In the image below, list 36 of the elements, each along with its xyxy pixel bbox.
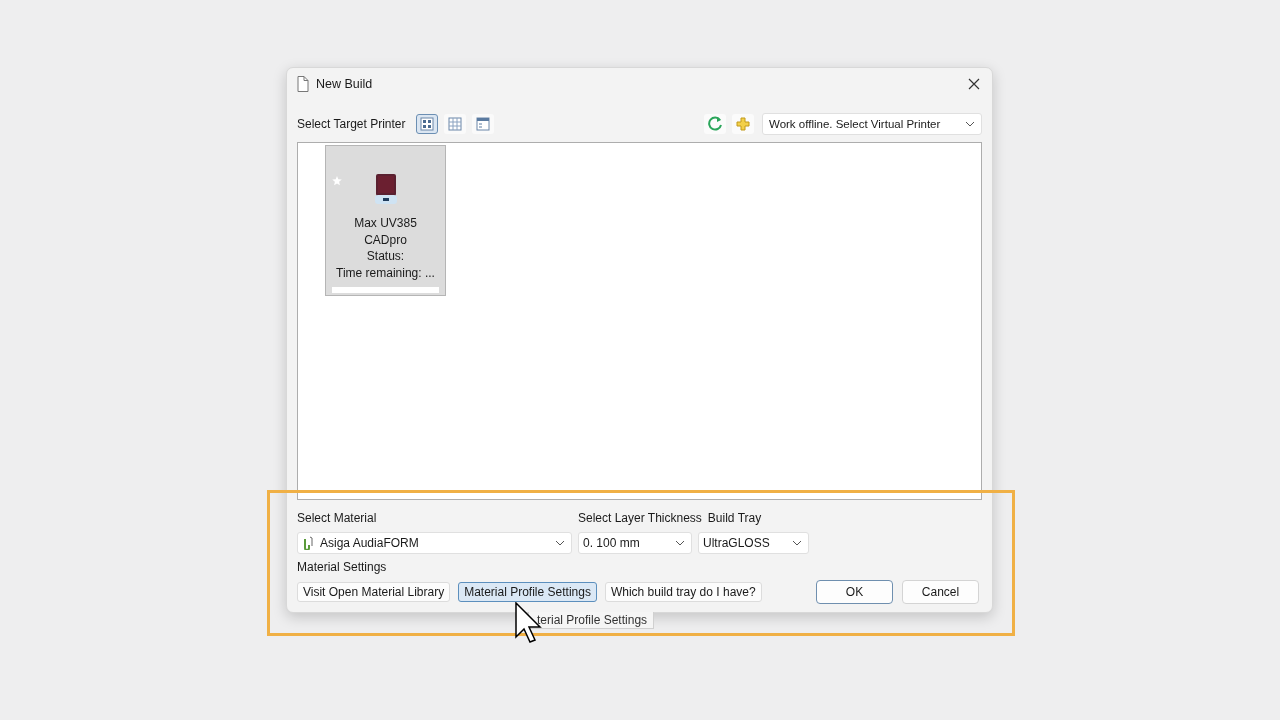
section-label: Material Settings [297, 560, 388, 576]
material-dropdown[interactable]: Asiga AudiaFORM [297, 532, 572, 554]
printer-dropdown[interactable]: Work offline. Select Virtual Printer [762, 112, 982, 135]
view-mode-button[interactable] [471, 113, 494, 134]
field-label: Select Material [297, 511, 378, 525]
refresh-button[interactable] [704, 113, 726, 134]
printer-icon [373, 174, 398, 204]
printer-status: Status: [366, 248, 405, 265]
printer-name: Max UV385 [354, 215, 417, 232]
chevron-down-icon [965, 120, 975, 127]
bottle-icon [302, 536, 314, 550]
refresh-icon [707, 116, 723, 131]
close-button[interactable] [966, 76, 982, 92]
window-title: New Build [316, 77, 374, 91]
plus-icon [736, 116, 750, 131]
chevron-down-icon [792, 540, 802, 546]
details-view-icon [475, 116, 490, 131]
section-label: Select Target Printer [297, 116, 406, 131]
view-mode-button[interactable] [415, 113, 438, 134]
build-tray-dropdown[interactable]: UltraGLOSS [698, 532, 809, 554]
settings-button[interactable]: Which build tray do I have? [604, 582, 762, 602]
chevron-down-icon [675, 540, 685, 546]
document-icon [297, 76, 309, 92]
printer-model: CADpro [364, 231, 407, 248]
settings-button[interactable]: Visit Open Material Library [297, 582, 451, 602]
chevron-down-icon [555, 540, 565, 546]
field-label: Select Layer Thickness [578, 511, 702, 525]
table-view-icon [447, 116, 462, 131]
layer-thickness-dropdown[interactable]: 0. 100 mm [578, 532, 692, 554]
settings-button[interactable]: Material Profile Settings [458, 582, 597, 602]
grid-view-icon [419, 116, 434, 131]
time-remaining: Time remaining: ... [336, 264, 435, 281]
dialog-button[interactable]: Cancel [902, 580, 979, 604]
dialog-button[interactable]: OK [816, 580, 893, 604]
printer-card[interactable]: Max UV385 CADpro Status: Time remaining: ... [325, 145, 446, 296]
field-label: Build Tray [707, 511, 762, 525]
